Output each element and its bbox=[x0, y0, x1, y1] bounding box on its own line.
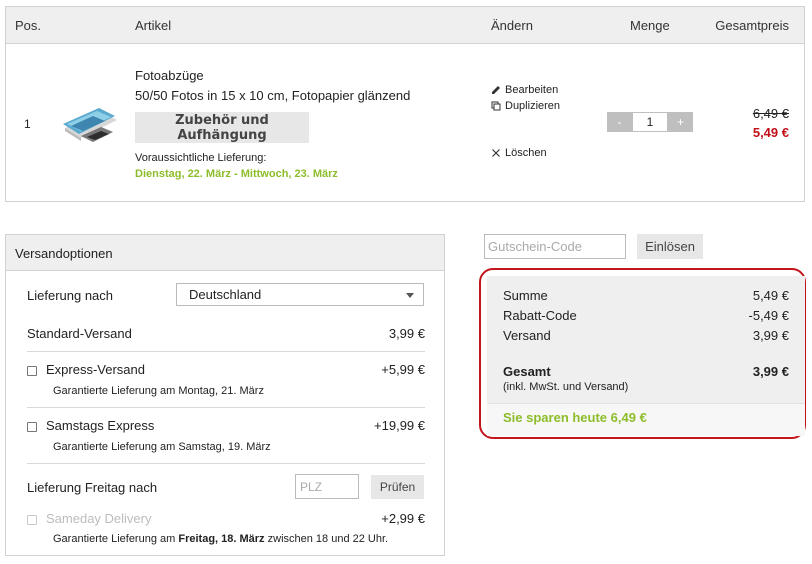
express-note: Garantierte Lieferung am Montag, 21. Mär… bbox=[53, 385, 264, 397]
header-quantity: Menge bbox=[630, 18, 670, 33]
total-value: 3,99 € bbox=[752, 364, 789, 379]
saturday-express-checkbox[interactable] bbox=[27, 422, 37, 432]
discount-label: Rabatt-Code bbox=[503, 308, 577, 323]
sum-label: Summe bbox=[503, 288, 548, 303]
header-pos: Pos. bbox=[15, 18, 42, 33]
quantity-stepper: - 1 + bbox=[607, 112, 693, 132]
shipping-value: 3,99 € bbox=[752, 328, 789, 343]
discount-value: -5,49 € bbox=[748, 308, 789, 323]
check-plz-button[interactable]: Prüfen bbox=[371, 475, 424, 499]
delivery-label: Voraussichtliche Lieferung: bbox=[135, 152, 267, 164]
price-discounted: 5,49 € bbox=[752, 125, 789, 140]
accessories-button[interactable]: Zubehör und Aufhängung bbox=[135, 112, 309, 143]
redeem-button[interactable]: Einlösen bbox=[637, 234, 703, 259]
sameday-price: +2,99 € bbox=[381, 511, 425, 526]
divider bbox=[27, 407, 425, 408]
duplicate-label: Duplizieren bbox=[505, 100, 561, 112]
standard-shipping-price: 3,99 € bbox=[388, 326, 425, 341]
sameday-note-date: Freitag, 18. März bbox=[178, 533, 265, 545]
destination-select[interactable]: Deutschland bbox=[176, 283, 424, 306]
delivery-date: Dienstag, 22. März - Mittwoch, 23. März bbox=[135, 168, 338, 180]
sameday-label: Sameday Delivery bbox=[46, 511, 152, 526]
sameday-checkbox[interactable] bbox=[27, 515, 37, 525]
header-total: Gesamtpreis bbox=[715, 18, 789, 33]
chevron-down-icon bbox=[406, 293, 414, 298]
destination-label: Lieferung nach bbox=[27, 288, 114, 303]
copy-icon bbox=[491, 101, 501, 111]
coupon-code-input[interactable] bbox=[484, 234, 626, 259]
sameday-note-suffix: zwischen 18 und 22 Uhr. bbox=[264, 533, 389, 545]
sameday-note: Garantierte Lieferung am Freitag, 18. Mä… bbox=[53, 533, 388, 545]
express-label: Express-Versand bbox=[46, 362, 145, 377]
friday-delivery-label: Lieferung Freitag nach bbox=[27, 480, 158, 495]
divider bbox=[27, 463, 425, 464]
product-description: 50/50 Fotos in 15 x 10 cm, Fotopapier gl… bbox=[135, 88, 411, 103]
table-row: 1 Fotoabzüge 50/50 Fotos in 15 x 10 cm, … bbox=[6, 44, 804, 201]
delete-label: Löschen bbox=[505, 147, 547, 159]
divider bbox=[27, 351, 425, 352]
saturday-express-note: Garantierte Lieferung am Samstag, 19. Mä… bbox=[53, 441, 271, 453]
edit-label: Bearbeiten bbox=[505, 84, 559, 96]
savings-row: Sie sparen heute 6,49 € bbox=[487, 403, 805, 436]
destination-value: Deutschland bbox=[189, 287, 262, 302]
duplicate-link[interactable]: Duplizieren bbox=[491, 100, 560, 112]
order-summary: Summe 5,49 € Rabatt-Code -5,49 € Versand… bbox=[487, 276, 805, 436]
price-original: 6,49 € bbox=[752, 106, 789, 121]
quantity-input[interactable]: 1 bbox=[632, 112, 668, 132]
saturday-express-price: +19,99 € bbox=[374, 418, 425, 433]
edit-link[interactable]: Bearbeiten bbox=[491, 84, 558, 96]
summary-totals: Summe 5,49 € Rabatt-Code -5,49 € Versand… bbox=[487, 276, 805, 403]
shipping-options-panel: Versandoptionen Lieferung nach Deutschla… bbox=[5, 234, 445, 556]
express-price: +5,99 € bbox=[381, 362, 425, 377]
sameday-note-prefix: Garantierte Lieferung am bbox=[53, 533, 179, 545]
standard-shipping-label: Standard-Versand bbox=[27, 326, 132, 341]
delete-link[interactable]: Löschen bbox=[491, 147, 547, 159]
header-change: Ändern bbox=[491, 18, 533, 33]
total-label: Gesamt bbox=[503, 364, 551, 379]
shipping-options-header: Versandoptionen bbox=[6, 235, 444, 271]
shipping-label: Versand bbox=[503, 328, 551, 343]
product-title: Fotoabzüge bbox=[135, 68, 204, 83]
express-checkbox[interactable] bbox=[27, 366, 37, 376]
pencil-icon bbox=[492, 86, 500, 94]
cart-table-header: Pos. Artikel Ändern Menge Gesamtpreis bbox=[6, 7, 804, 44]
savings-text: Sie sparen heute 6,49 € bbox=[503, 410, 647, 425]
close-icon bbox=[492, 149, 500, 157]
row-position: 1 bbox=[24, 117, 31, 131]
sum-value: 5,49 € bbox=[752, 288, 789, 303]
plz-input[interactable] bbox=[295, 474, 359, 499]
saturday-express-label: Samstags Express bbox=[46, 418, 155, 433]
header-article: Artikel bbox=[135, 18, 172, 33]
photo-prints-thumbnail bbox=[63, 108, 117, 142]
quantity-minus-button[interactable]: - bbox=[607, 112, 632, 132]
total-note: (inkl. MwSt. und Versand) bbox=[503, 381, 629, 393]
cart-table: Pos. Artikel Ändern Menge Gesamtpreis 1 … bbox=[5, 6, 805, 202]
quantity-plus-button[interactable]: + bbox=[668, 112, 693, 132]
